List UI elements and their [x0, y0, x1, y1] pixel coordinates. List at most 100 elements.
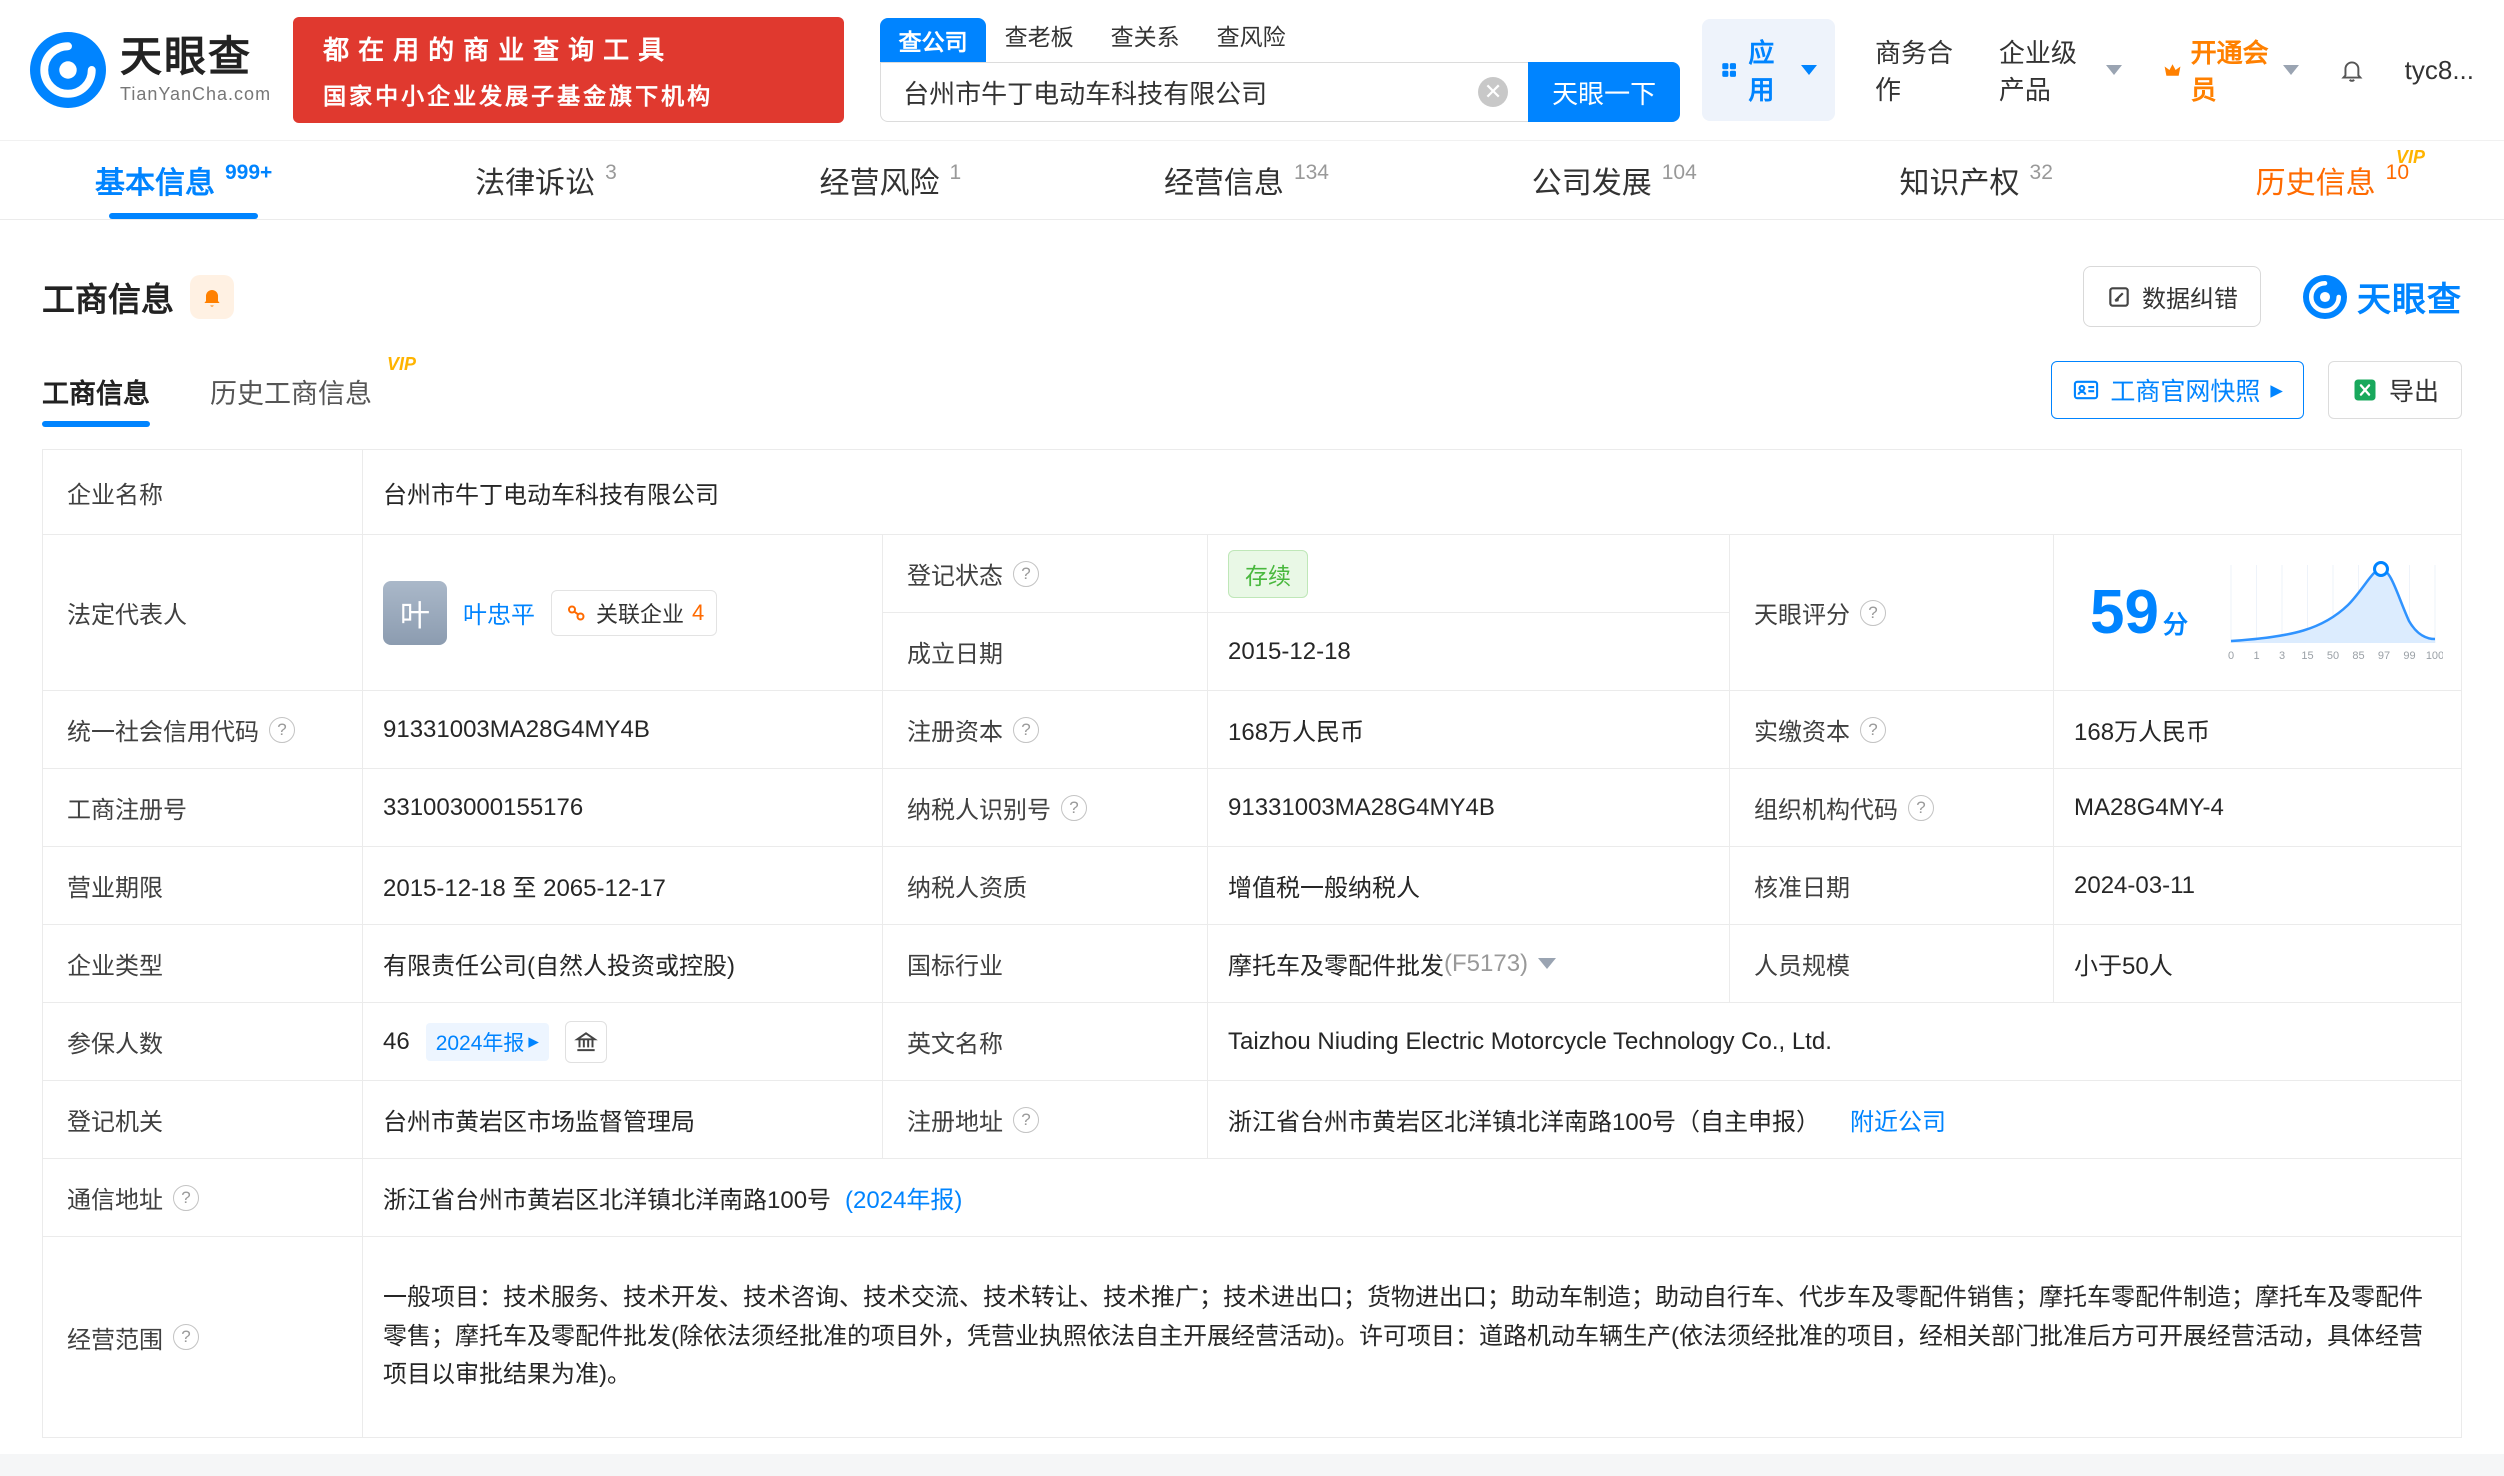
search-tab-boss[interactable]: 查老板	[986, 18, 1092, 62]
postal-address-label: 通信地址 ?	[43, 1159, 363, 1237]
help-icon[interactable]: ?	[1860, 716, 1886, 743]
arrow-right-icon: ▸	[2270, 376, 2283, 404]
help-icon[interactable]: ?	[269, 716, 295, 743]
help-icon[interactable]: ?	[1013, 560, 1039, 587]
arrow-right-icon: ▸	[528, 1030, 539, 1053]
help-icon[interactable]: ?	[1860, 599, 1886, 626]
search-tab-risk[interactable]: 查风险	[1198, 18, 1304, 62]
chevron-down-icon[interactable]	[1538, 958, 1557, 969]
search-tab-relation[interactable]: 查关系	[1092, 18, 1198, 62]
data-correction-button[interactable]: 数据纠错	[2083, 266, 2261, 327]
reg-authority-value: 台州市黄岩区市场监督管理局	[363, 1081, 883, 1159]
header-right-nav: 应用 商务合作 企业级产品 开通会员 tyc8...	[1702, 19, 2474, 121]
establish-date-value: 2015-12-18	[1208, 613, 1730, 691]
help-icon[interactable]: ?	[173, 1324, 199, 1350]
svg-text:100: 100	[2426, 650, 2443, 662]
bank-building-icon	[574, 1031, 598, 1051]
svg-text:3: 3	[2279, 650, 2285, 662]
legal-rep-label: 法定代表人	[43, 535, 363, 691]
notification-bell-icon[interactable]	[2339, 54, 2365, 86]
open-vip-label: 开通会员	[2190, 38, 2269, 105]
search-tab-company[interactable]: 查公司	[880, 18, 987, 62]
help-icon[interactable]: ?	[1908, 794, 1934, 821]
vip-badge: VIP	[386, 354, 416, 374]
credit-code-label-text: 统一社会信用代码	[67, 719, 259, 746]
nearby-companies-link[interactable]: 附近公司	[1850, 1102, 1946, 1137]
search-input[interactable]	[880, 62, 1529, 122]
reg-number-label: 工商注册号	[43, 769, 363, 847]
tab-legal-count: 3	[605, 161, 617, 184]
user-account[interactable]: tyc8...	[2405, 55, 2474, 86]
search-button[interactable]: 天眼一下	[1528, 62, 1681, 122]
paid-capital-label: 实缴资本 ?	[1730, 691, 2054, 769]
monitor-bell-button[interactable]	[190, 274, 234, 319]
approval-date-value: 2024-03-11	[2054, 847, 2461, 925]
industry-cell: 摩托车及零配件批发 (F5173)	[1208, 925, 1730, 1003]
score-label: 天眼评分 ?	[1730, 535, 2054, 691]
help-icon[interactable]: ?	[1013, 716, 1039, 743]
social-insurance-agency-button[interactable]	[564, 1020, 607, 1063]
help-icon[interactable]: ?	[1061, 794, 1087, 821]
svg-text:97: 97	[2378, 650, 2390, 662]
export-label: 导出	[2388, 378, 2439, 406]
search-area: 查公司 查老板 查关系 查风险 ✕ 天眼一下	[880, 18, 1681, 122]
taxpayer-id-value: 91331003MA28G4MY4B	[1208, 769, 1730, 847]
org-code-label-text: 组织机构代码	[1754, 797, 1898, 824]
svg-text:15: 15	[2301, 650, 2313, 662]
industry-label: 国标行业	[883, 925, 1208, 1003]
tab-history-info[interactable]: 历史信息 10 VIP	[2256, 141, 2425, 219]
credit-code-label: 统一社会信用代码 ?	[43, 691, 363, 769]
svg-text:50: 50	[2327, 650, 2339, 662]
brand-watermark: 天眼查	[2303, 272, 2462, 321]
promo-line1: 都在用的商业查询工具	[323, 34, 674, 65]
reg-status-cell: 存续	[1208, 535, 1730, 613]
business-term-value: 2015-12-18 至 2065-12-17	[363, 847, 883, 925]
annual-report-link[interactable]: (2024年报)	[845, 1180, 962, 1215]
legal-rep-name-link[interactable]: 叶忠平	[463, 595, 535, 630]
company-name-label: 企业名称	[43, 450, 363, 535]
official-snapshot-button[interactable]: 工商官网快照 ▸	[2051, 361, 2304, 419]
enterprise-products-menu[interactable]: 企业级产品	[1999, 33, 2122, 107]
subtab-history-business-info[interactable]: 历史工商信息 VIP	[210, 354, 416, 427]
english-name-value: Taizhou Niuding Electric Motorcycle Tech…	[1208, 1003, 2461, 1081]
insured-count-cell: 46 2024年报 ▸	[363, 1003, 883, 1081]
tab-operating-risk[interactable]: 经营风险 1	[820, 141, 962, 219]
tab-company-development[interactable]: 公司发展 104	[1532, 141, 1697, 219]
tab-basic-info[interactable]: 基本信息 999+	[95, 141, 272, 219]
score-label-text: 天眼评分	[1754, 602, 1850, 629]
tab-operating-label: 经营信息	[1163, 167, 1284, 200]
reg-capital-label-text: 注册资本	[907, 719, 1003, 746]
help-icon[interactable]: ?	[1013, 1106, 1039, 1133]
apps-grid-icon	[1722, 63, 1737, 77]
legal-rep-cell: 叶 叶忠平 关联企业 4	[363, 535, 883, 691]
export-button[interactable]: 导出	[2327, 361, 2462, 419]
legal-rep-avatar[interactable]: 叶	[383, 580, 447, 645]
postal-address-value: 浙江省台州市黄岩区北洋镇北洋南路100号	[383, 1187, 832, 1214]
insured-count-label: 参保人数	[43, 1003, 363, 1081]
annual-report-label: 2024年报	[435, 1031, 525, 1055]
business-cooperation-link[interactable]: 商务合作	[1875, 33, 1959, 107]
tab-operating-info[interactable]: 经营信息 134	[1164, 141, 1329, 219]
postal-address-label-text: 通信地址	[67, 1187, 163, 1214]
tab-legal-proceedings[interactable]: 法律诉讼 3	[475, 141, 617, 219]
tab-intellectual-property[interactable]: 知识产权 32	[1900, 141, 2053, 219]
help-icon[interactable]: ?	[173, 1184, 199, 1211]
annual-report-tag[interactable]: 2024年报 ▸	[425, 1022, 549, 1061]
promo-line2: 国家中小企业发展子基金旗下机构	[323, 82, 714, 109]
svg-text:1: 1	[2253, 650, 2259, 662]
tab-development-count: 104	[1661, 161, 1697, 184]
subtab-business-info[interactable]: 工商信息	[42, 372, 150, 427]
taxpayer-quality-value: 增值税一般纳税人	[1208, 847, 1730, 925]
reg-address-label-text: 注册地址	[907, 1109, 1003, 1136]
business-scope-label-text: 经营范围	[67, 1326, 163, 1354]
tianyancha-logo[interactable]: 天眼查 TianYanCha.com	[30, 32, 271, 108]
related-companies-tag[interactable]: 关联企业 4	[551, 589, 718, 636]
credit-code-value: 91331003MA28G4MY4B	[363, 691, 883, 769]
open-vip-menu[interactable]: 开通会员	[2162, 33, 2299, 107]
tab-development-label: 公司发展	[1531, 167, 1652, 200]
clear-search-icon[interactable]: ✕	[1478, 77, 1509, 107]
tianyancha-logo-icon	[30, 32, 106, 108]
apps-menu-button[interactable]: 应用	[1702, 19, 1835, 121]
chevron-down-icon	[2282, 65, 2299, 75]
status-badge: 存续	[1228, 549, 1308, 598]
